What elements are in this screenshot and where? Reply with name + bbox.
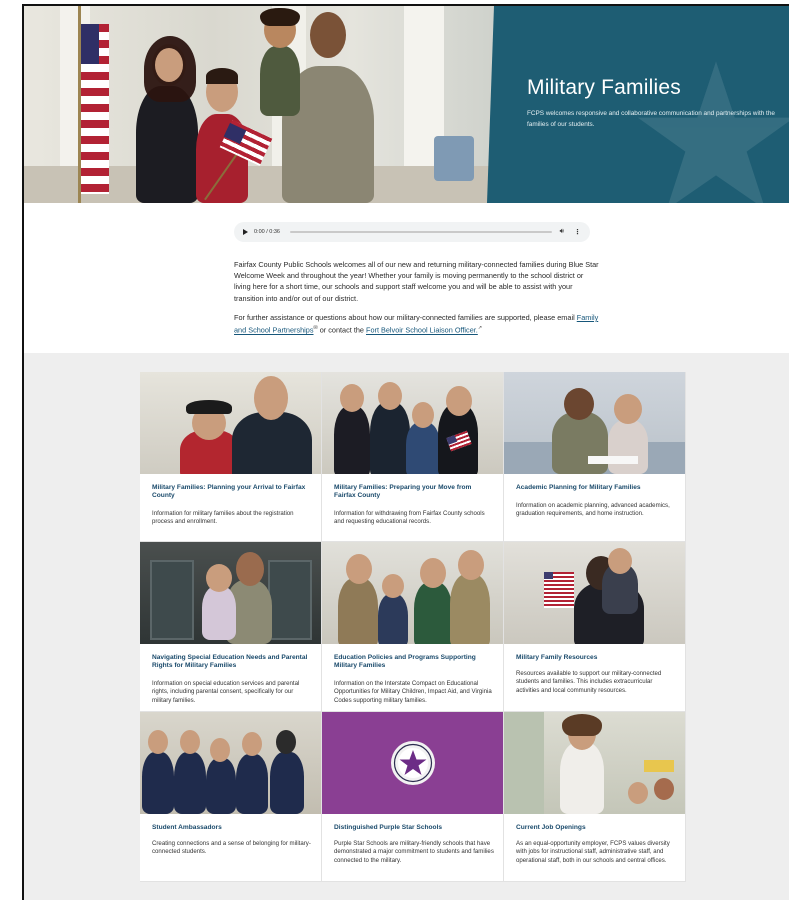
card-title[interactable]: Academic Planning for Military Families (516, 484, 674, 492)
card-preparing-move[interactable]: Military Families: Preparing your Move f… (322, 372, 504, 542)
page-frame: Military Families FCPS welcomes responsi… (22, 4, 789, 900)
audio-time: 0:00 / 0:36 (254, 229, 280, 235)
card-description: Information for military families about … (152, 510, 294, 526)
card-student-ambassadors[interactable]: Student Ambassadors Creating connections… (140, 712, 322, 882)
card-description: Resources available to support our milit… (516, 670, 662, 694)
external-link-icon: ↗ (477, 325, 483, 332)
purple-star-tile (322, 712, 503, 814)
resource-grid-section: Military Families: Planning your Arrival… (24, 353, 789, 900)
card-photo (140, 712, 321, 814)
card-photo (504, 712, 685, 814)
email-icon: ✉ (313, 325, 318, 332)
more-options-icon[interactable]: ⋮ (574, 228, 581, 236)
card-photo (140, 542, 321, 644)
hero-banner: Military Families FCPS welcomes responsi… (24, 6, 789, 203)
card-description: Information for withdrawing from Fairfax… (334, 510, 485, 526)
card-purple-star-schools[interactable]: Distinguished Purple Star Schools Purple… (322, 712, 504, 882)
play-icon[interactable] (243, 229, 248, 235)
card-photo (504, 372, 685, 474)
card-description: Purple Star Schools are military-friendl… (334, 840, 494, 864)
card-description: Information on the Interstate Compact on… (334, 680, 492, 704)
card-title[interactable]: Current Job Openings (516, 824, 674, 832)
card-photo (322, 542, 503, 644)
card-job-openings[interactable]: Current Job Openings As an equal-opportu… (504, 712, 686, 882)
card-title[interactable]: Education Policies and Programs Supporti… (334, 654, 492, 670)
card-title[interactable]: Military Family Resources (516, 654, 674, 662)
volume-icon[interactable]: 🔊︎ (560, 228, 564, 236)
card-planning-arrival[interactable]: Military Families: Planning your Arrival… (140, 372, 322, 542)
audio-progress-track[interactable] (290, 231, 552, 233)
intro-paragraph: Fairfax County Public Schools welcomes a… (234, 260, 599, 303)
card-photo (322, 372, 503, 474)
page-title: Military Families (527, 76, 681, 99)
card-title[interactable]: Distinguished Purple Star Schools (334, 824, 492, 832)
card-academic-planning[interactable]: Academic Planning for Military Families … (504, 372, 686, 542)
card-special-education[interactable]: Navigating Special Education Needs and P… (140, 542, 322, 712)
card-title[interactable]: Military Families: Preparing your Move f… (334, 484, 492, 500)
card-photo (504, 542, 685, 644)
card-family-resources[interactable]: Military Family Resources Resources avai… (504, 542, 686, 712)
hero-title-panel: Military Families FCPS welcomes responsi… (487, 6, 789, 203)
intro-section: 0:00 / 0:36 🔊︎ ⋮ Fairfax County Public S… (24, 203, 789, 353)
contact-paragraph: For further assistance or questions abou… (234, 312, 600, 336)
resource-card-grid: Military Families: Planning your Arrival… (140, 372, 686, 882)
card-description: Information on special education service… (152, 680, 300, 704)
card-description: Information on academic planning, advanc… (516, 502, 670, 518)
card-education-policies[interactable]: Education Policies and Programs Supporti… (322, 542, 504, 712)
contact-text-prefix: For further assistance or questions abou… (234, 313, 575, 322)
card-description: As an equal-opportunity employer, FCPS v… (516, 840, 670, 864)
hero-family-photo (24, 6, 494, 203)
fort-belvoir-liaison-link[interactable]: Fort Belvoir School Liaison Officer. (366, 326, 478, 335)
audio-player[interactable]: 0:00 / 0:36 🔊︎ ⋮ (234, 222, 590, 242)
card-title[interactable]: Navigating Special Education Needs and P… (152, 654, 310, 670)
card-description: Creating connections and a sense of belo… (152, 840, 311, 856)
contact-text-mid: or contact the (319, 325, 364, 335)
purple-star-badge-icon (390, 741, 435, 785)
card-title[interactable]: Student Ambassadors (152, 824, 310, 832)
card-title[interactable]: Military Families: Planning your Arrival… (152, 484, 310, 500)
card-photo (140, 372, 321, 474)
hero-subtitle: FCPS welcomes responsive and collaborati… (527, 110, 775, 128)
